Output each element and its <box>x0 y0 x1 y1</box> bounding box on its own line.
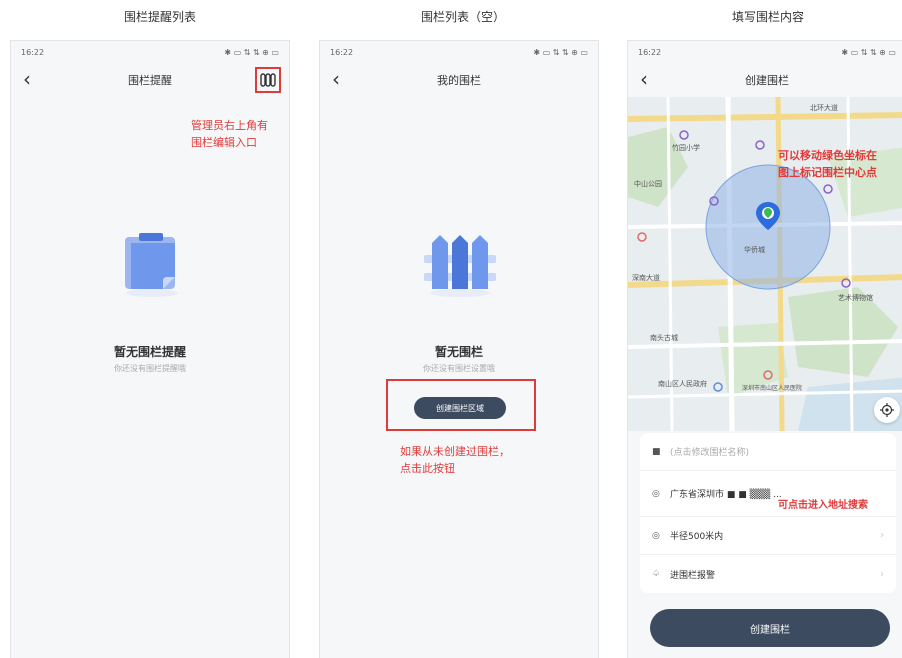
page-title: 创建围栏 <box>745 74 789 87</box>
fence-alarm-value: 进围栏报警 <box>670 570 716 581</box>
fence-edit-icon[interactable] <box>255 67 281 93</box>
map-label: 艺术博物馆 <box>838 294 873 302</box>
status-time: 16:22 <box>21 47 45 57</box>
name-icon: ■ <box>652 446 661 457</box>
empty-state-subtitle: 你还没有围栏提醒哦 <box>114 364 186 373</box>
page-title: 我的围栏 <box>437 74 481 87</box>
back-arrow-icon[interactable]: ‹ <box>640 66 648 92</box>
annotation-create-hint: 如果从未创建过围栏， 点击此按钮 <box>400 445 510 475</box>
status-time: 16:22 <box>330 47 354 57</box>
caption-fence-list-empty: 围栏列表（空） <box>420 10 505 24</box>
phone-screen-my-fences: 16:22 ✱ ▭ ⇅ ⇅ ⊕ ▭ ‹ 我的围栏 暂无围栏 你还没有围栏设置哦 … <box>319 40 599 658</box>
fence-name-field[interactable]: ■ (点击修改围栏名称) <box>640 433 896 471</box>
map-label: 中山公园 <box>634 180 662 188</box>
empty-state-subtitle: 你还没有围栏设置哦 <box>423 364 495 373</box>
nav-bar: ‹ 我的围栏 <box>320 63 598 97</box>
status-bar: 16:22 ✱ ▭ ⇅ ⇅ ⊕ ▭ <box>628 41 902 63</box>
page-title: 围栏提醒 <box>128 74 172 87</box>
map-label: 竹园小学 <box>672 144 700 152</box>
map-view[interactable]: 北环大道 竹园小学 中山公园 深南大道 艺术博物馆 南头古城 深圳市南山区人民医… <box>628 97 902 431</box>
phone-screen-create-fence: 16:22 ✱ ▭ ⇅ ⇅ ⊕ ▭ ‹ 创建围栏 北环大道 竹园小学 中山公园 … <box>627 40 902 658</box>
annotation-admin-edit: 管理员右上角有 围栏编辑入口 <box>191 119 268 149</box>
map-label: 深圳市南山区人民医院 <box>742 385 803 392</box>
back-arrow-icon[interactable]: ‹ <box>332 66 340 92</box>
chevron-right-icon: › <box>880 568 884 580</box>
location-icon: ◎ <box>652 488 660 499</box>
chevron-right-icon: › <box>880 530 884 541</box>
empty-clipboard-icon <box>117 227 187 303</box>
back-arrow-icon[interactable]: ‹ <box>23 66 31 92</box>
bell-icon: ♤ <box>652 569 661 579</box>
map-label: 华侨城 <box>744 246 765 254</box>
fence-alarm-field[interactable]: ♤ 进围栏报警 › <box>640 555 896 593</box>
status-icons: ✱ ▭ ⇅ ⇅ ⊕ ▭ <box>533 47 588 57</box>
fence-radius-field[interactable]: ◎ 半径500米内 › <box>640 517 896 555</box>
status-icons: ✱ ▭ ⇅ ⇅ ⊕ ▭ <box>224 47 279 57</box>
status-icons: ✱ ▭ ⇅ ⇅ ⊕ ▭ <box>841 47 896 57</box>
nav-bar: ‹ 围栏提醒 <box>11 63 289 97</box>
annotation-move-marker: 可以移动绿色坐标在 图上标记围栏中心点 <box>778 149 877 179</box>
nav-bar: ‹ 创建围栏 <box>628 63 902 97</box>
map-label: 深南大道 <box>632 274 660 282</box>
radius-icon: ◎ <box>652 530 660 541</box>
map-label: 北环大道 <box>810 104 838 112</box>
create-fence-button[interactable]: 创建围栏 <box>650 609 890 647</box>
caption-fill-fence-content: 填写围栏内容 <box>731 10 804 24</box>
map-label: 南山区人民政府 <box>658 380 707 388</box>
status-time: 16:22 <box>638 47 662 57</box>
status-bar: 16:22 ✱ ▭ ⇅ ⇅ ⊕ ▭ <box>320 41 598 63</box>
caption-fence-reminder-list: 围栏提醒列表 <box>123 10 196 24</box>
empty-state-title: 暂无围栏 <box>434 345 483 359</box>
fence-center-marker-icon[interactable] <box>755 201 781 235</box>
locate-me-icon[interactable] <box>874 397 900 423</box>
create-fence-area-button[interactable]: 创建围栏区域 <box>414 397 506 419</box>
phone-screen-fence-reminder: 16:22 ✱ ▭ ⇅ ⇅ ⊕ ▭ ‹ 围栏提醒 管理员右上角有 围栏编辑入口 … <box>10 40 290 658</box>
map-label: 南头古城 <box>650 334 678 342</box>
fence-name-value: (点击修改围栏名称) <box>670 448 750 458</box>
empty-fence-icon <box>422 231 498 303</box>
status-bar: 16:22 ✱ ▭ ⇅ ⇅ ⊕ ▭ <box>11 41 289 63</box>
annotation-address-search: 可点击进入地址搜索 <box>778 500 868 511</box>
fence-radius-value: 半径500米内 <box>670 532 724 542</box>
empty-state-title: 暂无围栏提醒 <box>113 345 186 359</box>
